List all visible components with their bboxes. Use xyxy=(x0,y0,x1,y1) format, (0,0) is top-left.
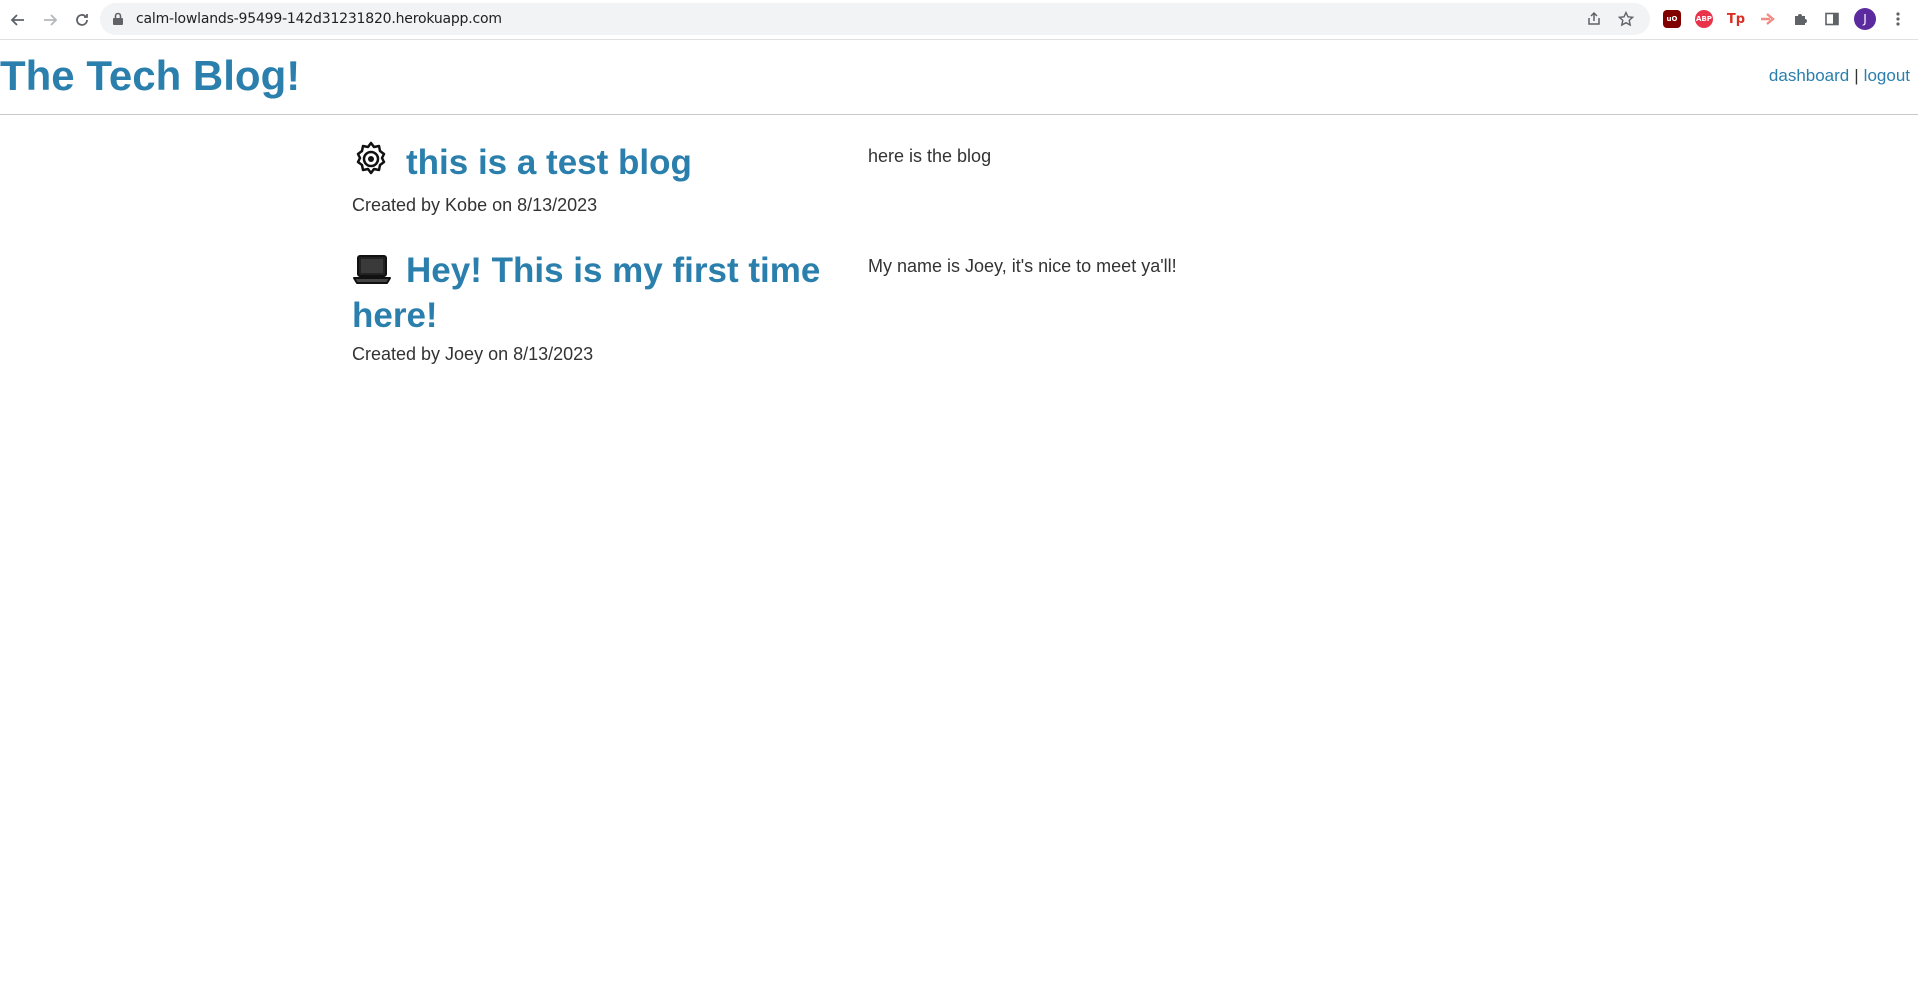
post-title[interactable]: this is a test blog xyxy=(352,140,868,187)
back-arrow-icon xyxy=(10,13,24,26)
ublock-extension-icon[interactable]: uO xyxy=(1662,9,1682,29)
more-menu-icon[interactable] xyxy=(1888,9,1908,29)
laptop-icon xyxy=(352,252,392,295)
address-bar[interactable]: calm-lowlands-95499-142d31231820.herokua… xyxy=(100,3,1650,35)
extensions-area: uO ABP Tp J xyxy=(1662,3,1908,35)
logout-link[interactable]: logout xyxy=(1864,66,1910,85)
forward-arrow-icon xyxy=(44,13,58,26)
post-title-text[interactable]: this is a test blog xyxy=(406,143,692,182)
post-item: Hey! This is my first time here! Created… xyxy=(352,250,1252,365)
post-header: Hey! This is my first time here! Created… xyxy=(352,250,868,365)
reload-icon xyxy=(76,13,88,26)
lock-icon xyxy=(112,12,126,26)
gear-icon xyxy=(352,140,392,187)
site-title-link[interactable]: The Tech Blog! xyxy=(0,52,300,100)
share-icon[interactable] xyxy=(1584,9,1604,29)
adblock-plus-extension-icon[interactable]: ABP xyxy=(1694,9,1714,29)
post-meta: Created by Kobe on 8/13/2023 xyxy=(352,195,598,215)
post-item: this is a test blog Created by Kobe on 8… xyxy=(352,140,1252,216)
url-text[interactable]: calm-lowlands-95499-142d31231820.herokua… xyxy=(136,11,502,27)
forward-button[interactable] xyxy=(34,4,66,36)
side-panel-icon[interactable] xyxy=(1822,9,1842,29)
post-title-text[interactable]: Hey! This is my first time here! xyxy=(352,251,820,335)
post-meta: Created by Joey on 8/13/2023 xyxy=(352,344,594,364)
puzzle-icon[interactable] xyxy=(1790,9,1810,29)
posts-list: this is a test blog Created by Kobe on 8… xyxy=(352,140,1252,399)
post-header: this is a test blog Created by Kobe on 8… xyxy=(352,140,868,216)
tp-extension-icon[interactable]: Tp xyxy=(1726,9,1746,29)
dashboard-link[interactable]: dashboard xyxy=(1769,66,1849,85)
post-body: My name is Joey, it's nice to meet ya'll… xyxy=(868,256,1177,276)
reload-button[interactable] xyxy=(66,4,98,36)
back-button[interactable] xyxy=(2,4,34,36)
site-header: The Tech Blog! dashboard | logout xyxy=(0,40,1918,115)
arrow-extension-icon[interactable] xyxy=(1758,9,1778,29)
browser-toolbar: calm-lowlands-95499-142d31231820.herokua… xyxy=(0,0,1918,40)
post-body: here is the blog xyxy=(868,146,992,166)
post-title[interactable]: Hey! This is my first time here! xyxy=(352,250,868,336)
site-nav: dashboard | logout xyxy=(1769,66,1910,86)
nav-separator: | xyxy=(1854,66,1859,85)
profile-avatar[interactable]: J xyxy=(1854,8,1876,30)
bookmark-star-icon[interactable] xyxy=(1616,9,1636,29)
